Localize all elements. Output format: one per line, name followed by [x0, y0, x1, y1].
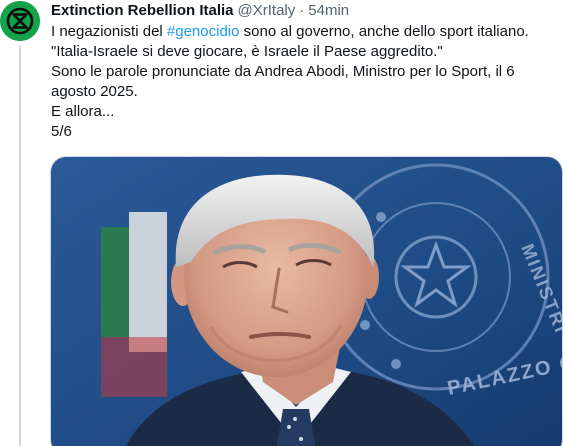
separator-dot: · — [299, 2, 305, 19]
tweet-line-2: "Italia-Israele si deve giocare, è Israe… — [51, 43, 443, 60]
tweet-line-3: Sono le parole pronunciate da Andrea Abo… — [51, 63, 515, 100]
timestamp[interactable]: 54min — [308, 1, 349, 21]
tweet-line-1-pre: I negazionisti del — [51, 23, 167, 40]
tweet-line-5: 5/6 — [51, 123, 72, 140]
tweet-line-4: E allora... — [51, 103, 115, 120]
tweet-line-1-post: sono al governo, anche dello sport itali… — [239, 23, 529, 40]
avatar[interactable] — [0, 1, 40, 41]
tweet-text: I negazionisti del #genocidio sono al go… — [51, 22, 556, 142]
photo-image: PALAZZO CHIGI MINISTRI — [51, 157, 562, 446]
tweet-header: Extinction Rebellion Italia @XrItaly · 5… — [51, 1, 349, 21]
tweet[interactable]: Extinction Rebellion Italia @XrItaly · 5… — [0, 0, 563, 446]
author-name[interactable]: Extinction Rebellion Italia — [51, 1, 234, 21]
author-handle[interactable]: @XrItaly — [238, 1, 296, 21]
tweet-line-1: I negazionisti del #genocidio sono al go… — [51, 22, 556, 42]
hashtag-link[interactable]: #genocidio — [167, 23, 240, 40]
tweet-photo[interactable]: PALAZZO CHIGI MINISTRI — [50, 156, 563, 446]
extinction-rebellion-icon — [0, 1, 40, 41]
thread-line — [19, 46, 21, 446]
